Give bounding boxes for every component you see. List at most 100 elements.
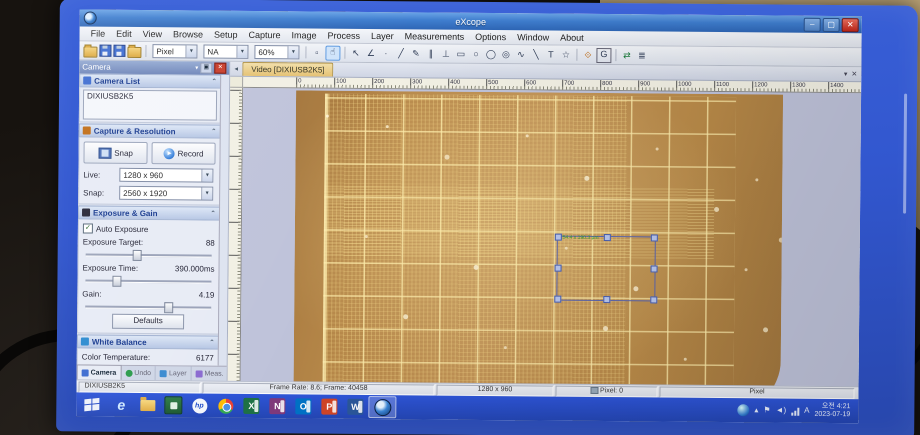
tab-measure[interactable]: Meas. bbox=[192, 366, 229, 380]
taskbar-outlook[interactable]: O bbox=[290, 396, 316, 416]
section-header[interactable]: Exposure & Gain ⌃ bbox=[78, 205, 220, 220]
arrow-tool-icon[interactable]: ╲ bbox=[529, 48, 542, 61]
hand-tool-icon[interactable]: ☝ bbox=[325, 45, 340, 60]
auto-exposure-checkbox[interactable]: ✓ bbox=[83, 223, 93, 233]
circle-tool-icon[interactable]: ○ bbox=[469, 47, 482, 60]
angle-tool-icon[interactable]: ∠ bbox=[364, 46, 377, 59]
tray-network-icon[interactable] bbox=[791, 406, 799, 415]
objective-combo[interactable]: NA ▾ bbox=[203, 45, 248, 59]
curve-tool-icon[interactable]: ∿ bbox=[514, 48, 527, 61]
tray-app-icon[interactable] bbox=[737, 404, 749, 416]
live-resolution-select[interactable]: 1280 x 960 ▾ bbox=[119, 168, 213, 183]
menu-setup[interactable]: Setup bbox=[209, 30, 243, 40]
camera-list-box[interactable]: DIXIUSB2K5 bbox=[83, 89, 217, 120]
calibrate-icon[interactable]: ⟐ bbox=[581, 48, 594, 61]
menu-view[interactable]: View bbox=[138, 29, 167, 39]
taskbar-explorer[interactable] bbox=[134, 395, 160, 415]
collapse-icon[interactable]: ⌃ bbox=[210, 210, 216, 218]
menu-measurements[interactable]: Measurements bbox=[400, 31, 470, 42]
chevron-down-icon[interactable]: ▾ bbox=[195, 64, 198, 71]
close-button[interactable]: ✕ bbox=[842, 18, 859, 32]
live-video-image[interactable]: 254.4 x 190.3 μm bbox=[293, 90, 783, 386]
scrollbar-thumb[interactable] bbox=[222, 86, 229, 148]
taskbar-excel[interactable]: X bbox=[238, 396, 264, 416]
record-button[interactable]: Record bbox=[151, 142, 215, 165]
video-tab[interactable]: Video [DIXIUSB2K5] bbox=[242, 62, 333, 77]
tab-camera[interactable]: Camera bbox=[77, 364, 122, 379]
tray-clock[interactable]: 오전 4:21 2023-07-19 bbox=[814, 403, 850, 419]
zoom-combo[interactable]: 60% ▾ bbox=[254, 45, 299, 59]
section-header[interactable]: Capture & Resolution ⌃ bbox=[79, 123, 221, 138]
taskbar-green-app[interactable] bbox=[160, 395, 186, 415]
browse-folder-icon[interactable] bbox=[127, 46, 141, 57]
tray-flag-icon[interactable]: ⚑ bbox=[763, 405, 770, 415]
annulus-tool-icon[interactable]: ◎ bbox=[499, 48, 512, 61]
maximize-button[interactable]: ▢ bbox=[823, 17, 840, 31]
measure-handle[interactable] bbox=[651, 265, 658, 272]
panel-close-icon[interactable]: ✕ bbox=[214, 63, 226, 74]
taskbar-excope-active[interactable] bbox=[368, 396, 396, 418]
tab-nav-left-icon[interactable]: ◂ bbox=[230, 63, 242, 76]
menu-image[interactable]: Image bbox=[287, 30, 322, 40]
snap-resolution-select[interactable]: 2560 x 1920 ▾ bbox=[119, 186, 213, 201]
save-all-icon[interactable] bbox=[113, 45, 125, 57]
slider-thumb[interactable] bbox=[164, 302, 173, 313]
measure-handle[interactable] bbox=[603, 296, 610, 303]
tab-close-icon[interactable]: ✕ bbox=[851, 68, 857, 81]
menu-about[interactable]: About bbox=[555, 33, 589, 43]
measure-handle[interactable] bbox=[555, 265, 562, 272]
tab-undo[interactable]: Undo bbox=[121, 366, 156, 380]
collapse-icon[interactable]: ⌃ bbox=[209, 339, 215, 347]
menu-edit[interactable]: Edit bbox=[111, 29, 137, 39]
tray-ime-indicator[interactable]: A bbox=[804, 406, 809, 416]
ellipse-tool-icon[interactable]: ◯ bbox=[484, 47, 497, 60]
collapse-icon[interactable]: ⌃ bbox=[211, 78, 217, 86]
menu-browse[interactable]: Browse bbox=[168, 29, 208, 39]
minimize-button[interactable]: – bbox=[804, 17, 821, 31]
line-tool-icon[interactable]: ╱ bbox=[394, 47, 407, 60]
pencil-tool-icon[interactable]: ✎ bbox=[409, 47, 422, 60]
rectangle-tool-icon[interactable]: ▭ bbox=[454, 47, 467, 60]
measure-handle[interactable] bbox=[651, 234, 658, 241]
tray-speaker-icon[interactable]: ◄) bbox=[776, 406, 787, 416]
exposure-time-slider[interactable] bbox=[83, 275, 213, 285]
text-tool-icon[interactable]: T bbox=[544, 48, 557, 61]
slider-thumb[interactable] bbox=[112, 276, 121, 287]
dock-pin-icon[interactable]: ▣ bbox=[200, 62, 212, 73]
exposure-target-slider[interactable] bbox=[84, 249, 214, 259]
menu-options[interactable]: Options bbox=[470, 32, 511, 42]
measure-handle[interactable] bbox=[555, 234, 562, 241]
slider-thumb[interactable] bbox=[133, 250, 142, 261]
gain-slider[interactable] bbox=[83, 301, 213, 311]
measurement-rectangle[interactable]: 254.4 x 190.3 μm bbox=[556, 236, 656, 302]
select-rect-icon[interactable]: ▫ bbox=[310, 46, 323, 59]
perpendicular-tool-icon[interactable]: ⊥ bbox=[439, 47, 452, 60]
open-icon[interactable] bbox=[83, 46, 97, 57]
section-header[interactable]: White Balance ⌃ bbox=[77, 334, 219, 349]
tab-layer[interactable]: Layer bbox=[156, 366, 192, 380]
star-tool-icon[interactable]: ☆ bbox=[559, 48, 572, 61]
taskbar-word[interactable]: W bbox=[342, 397, 368, 417]
grid-icon[interactable]: G bbox=[596, 47, 611, 62]
camera-list-item[interactable]: DIXIUSB2K5 bbox=[87, 92, 133, 101]
flatten-icon[interactable]: ≣ bbox=[635, 49, 648, 62]
measure-handle[interactable] bbox=[604, 234, 611, 241]
unit-combo[interactable]: Pixel ▾ bbox=[152, 44, 197, 58]
taskbar-powerpoint[interactable]: P bbox=[316, 397, 342, 417]
tab-menu-icon[interactable]: ▾ bbox=[844, 68, 848, 81]
menu-capture[interactable]: Capture bbox=[243, 30, 285, 40]
parallel-tool-icon[interactable]: ∥ bbox=[424, 47, 437, 60]
menu-window[interactable]: Window bbox=[512, 32, 554, 42]
start-button-icon[interactable] bbox=[84, 397, 100, 412]
taskbar-onenote[interactable]: N bbox=[264, 396, 290, 416]
measure-handle[interactable] bbox=[650, 296, 657, 303]
menu-process[interactable]: Process bbox=[323, 31, 366, 41]
save-icon[interactable] bbox=[99, 45, 111, 57]
section-header[interactable]: Camera List ⌃ bbox=[79, 73, 221, 88]
taskbar-hp[interactable]: hp bbox=[186, 395, 212, 415]
taskbar-ie[interactable]: e bbox=[108, 395, 134, 415]
collapse-icon[interactable]: ⌃ bbox=[211, 128, 217, 136]
taskbar-chrome[interactable] bbox=[212, 396, 238, 416]
point-tool-icon[interactable]: · bbox=[379, 47, 392, 60]
video-canvas[interactable]: 254.4 x 190.3 μm bbox=[241, 88, 862, 386]
